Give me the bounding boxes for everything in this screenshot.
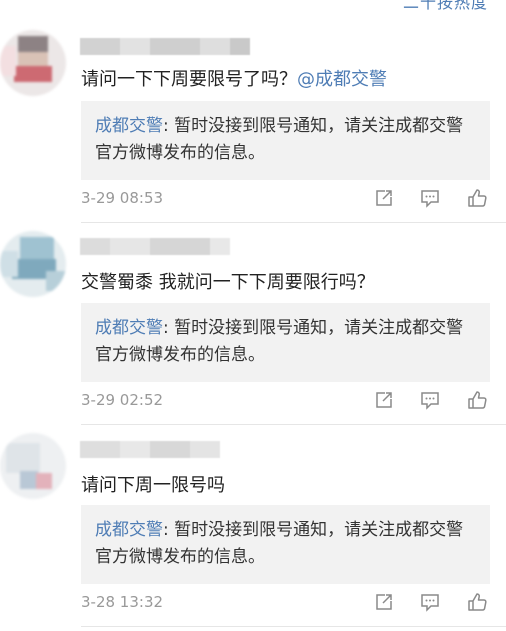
comment-text: 请问一下下周要限号了吗？@成都交警 bbox=[81, 65, 387, 91]
sort-by-heat-link[interactable]: 二十按热度 bbox=[403, 0, 488, 13]
mention-link[interactable]: @成都交警 bbox=[297, 69, 387, 90]
official-reply: 成都交警: 暂时没接到限号通知，请关注成都交警官方微博发布的信息。 bbox=[81, 505, 490, 584]
comment-icon[interactable] bbox=[419, 591, 441, 613]
thumbs-up-icon[interactable] bbox=[466, 187, 488, 209]
comment-text: 交警蜀黍 我就问一下下周要限行吗？ bbox=[81, 268, 375, 294]
reply-text: 成都交警: 暂时没接到限号通知，请关注成都交警官方微博发布的信息。 bbox=[95, 113, 480, 167]
comment-body: 请问一下下周要限号了吗？ bbox=[81, 69, 297, 90]
avatar[interactable] bbox=[0, 231, 66, 297]
comment-meta: 3-29 02:52 bbox=[81, 389, 490, 411]
reply-separator: : bbox=[163, 116, 175, 136]
username[interactable] bbox=[80, 441, 220, 458]
divider bbox=[81, 222, 506, 223]
comment-time: 3-29 08:53 bbox=[81, 189, 164, 207]
share-icon[interactable] bbox=[373, 591, 395, 613]
share-icon[interactable] bbox=[373, 389, 395, 411]
reply-author-link[interactable]: 成都交警 bbox=[95, 318, 163, 338]
reply-author-link[interactable]: 成都交警 bbox=[95, 520, 163, 540]
divider bbox=[81, 424, 506, 425]
official-reply: 成都交警: 暂时没接到限号通知，请关注成都交警官方微博发布的信息。 bbox=[81, 303, 490, 382]
username[interactable] bbox=[80, 38, 250, 55]
comment-icon[interactable] bbox=[419, 389, 441, 411]
reply-separator: : bbox=[163, 520, 175, 540]
comment-meta: 3-28 13:32 bbox=[81, 591, 490, 613]
comment-body: 交警蜀黍 我就问一下下周要限行吗？ bbox=[81, 272, 375, 293]
reply-text: 成都交警: 暂时没接到限号通知，请关注成都交警官方微博发布的信息。 bbox=[95, 517, 480, 571]
reply-separator: : bbox=[163, 318, 175, 338]
comment-time: 3-29 02:52 bbox=[81, 391, 164, 409]
thumbs-up-icon[interactable] bbox=[466, 591, 488, 613]
comment-time: 3-28 13:32 bbox=[81, 593, 164, 611]
thumbs-up-icon[interactable] bbox=[466, 389, 488, 411]
official-reply: 成都交警: 暂时没接到限号通知，请关注成都交警官方微博发布的信息。 bbox=[81, 101, 490, 180]
username[interactable] bbox=[80, 238, 230, 255]
comment-meta: 3-29 08:53 bbox=[81, 187, 490, 209]
reply-text: 成都交警: 暂时没接到限号通知，请关注成都交警官方微博发布的信息。 bbox=[95, 315, 480, 369]
share-icon[interactable] bbox=[373, 187, 395, 209]
reply-author-link[interactable]: 成都交警 bbox=[95, 116, 163, 136]
comment-icon[interactable] bbox=[419, 187, 441, 209]
avatar[interactable] bbox=[0, 433, 66, 499]
comment-body: 请问下周一限号吗 bbox=[81, 475, 225, 496]
avatar[interactable] bbox=[0, 30, 66, 96]
divider bbox=[81, 626, 506, 627]
comment-text: 请问下周一限号吗 bbox=[81, 471, 225, 497]
